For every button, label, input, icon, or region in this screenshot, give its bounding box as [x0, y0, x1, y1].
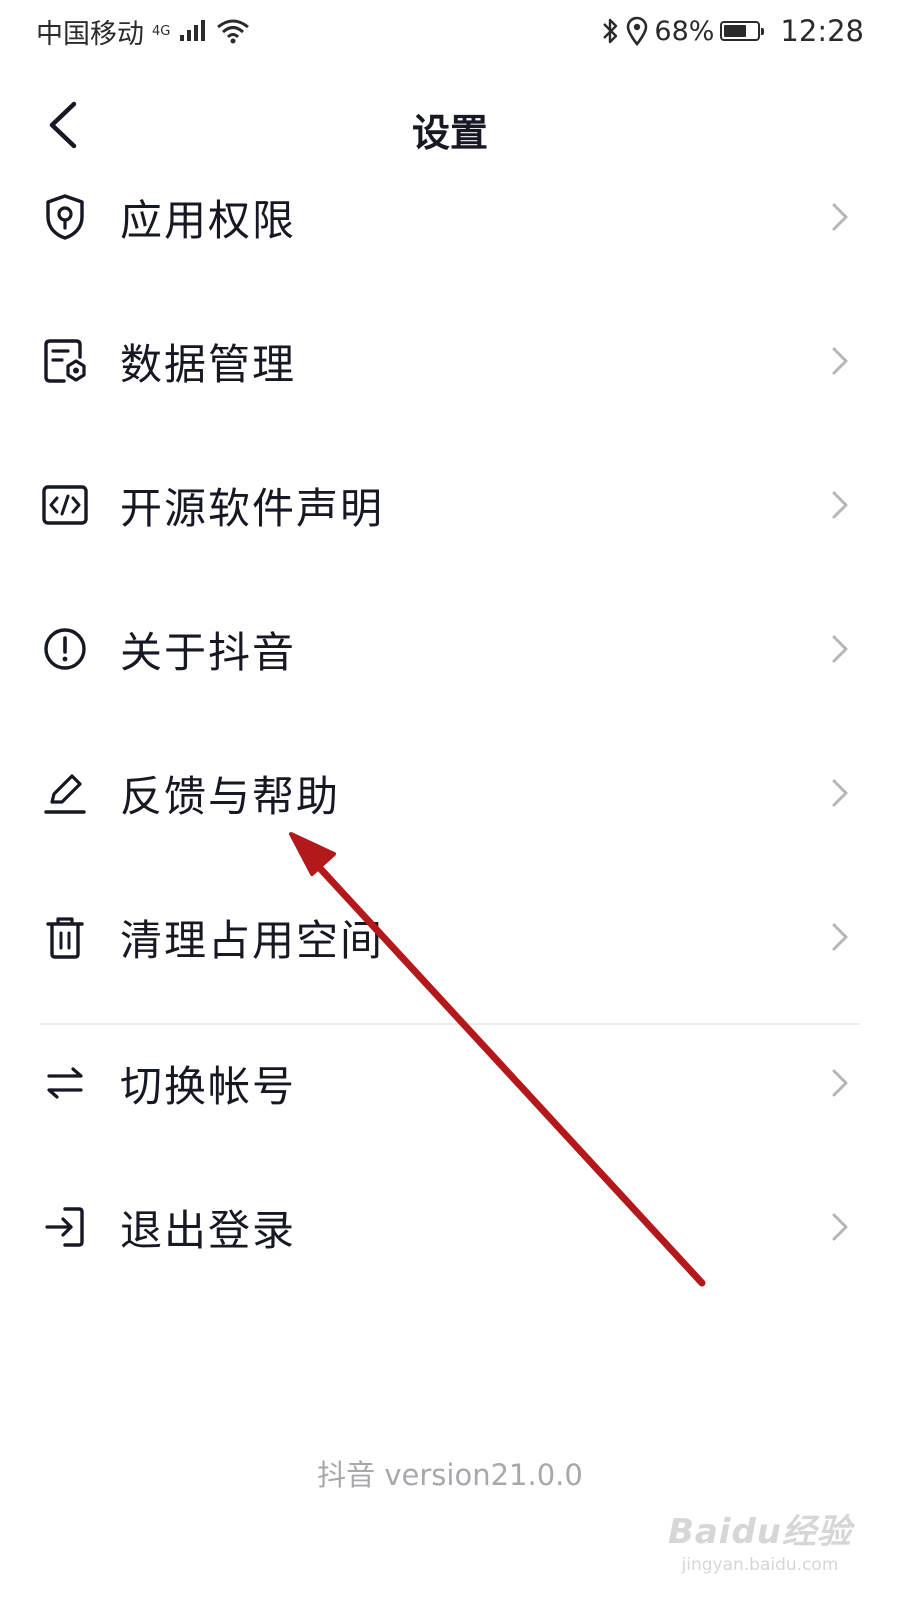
shield-key-icon	[40, 192, 90, 242]
chevron-right-icon	[828, 1207, 852, 1247]
menu-item-clear-storage[interactable]: 清理占用空间	[0, 865, 900, 1009]
trash-icon	[40, 912, 90, 962]
chevron-right-icon	[828, 1063, 852, 1103]
menu-item-label: 数据管理	[120, 339, 297, 389]
chevron-right-icon	[828, 485, 852, 525]
network-type: 4G	[152, 23, 171, 39]
carrier-name: 中国移动	[36, 18, 144, 50]
data-file-icon	[40, 336, 90, 386]
watermark-logo: Baidu经验	[667, 1512, 852, 1552]
menu-item-app-permissions[interactable]: 应用权限	[0, 145, 900, 289]
chevron-right-icon	[828, 629, 852, 669]
menu-item-logout[interactable]: 退出登录	[0, 1155, 900, 1299]
menu-item-data-management[interactable]: 数据管理	[0, 289, 900, 433]
location-icon	[627, 16, 648, 46]
battery-level	[724, 25, 747, 37]
chevron-right-icon	[828, 197, 852, 237]
code-icon	[40, 480, 90, 530]
status-right: 68% 12:28	[600, 14, 864, 48]
switch-arrows-icon	[40, 1058, 90, 1108]
watermark-url: jingyan.baidu.com	[681, 1555, 839, 1575]
menu-item-label: 切换帐号	[120, 1061, 297, 1111]
chevron-right-icon	[828, 773, 852, 813]
app-version: 抖音 version21.0.0	[317, 1458, 583, 1492]
menu-item-label: 应用权限	[120, 195, 297, 245]
menu-item-feedback-help[interactable]: 反馈与帮助	[0, 721, 900, 865]
baidu-watermark: Baidu经验 jingyan.baidu.com	[668, 1504, 852, 1575]
menu-item-about[interactable]: 关于抖音	[0, 577, 900, 721]
chevron-right-icon	[828, 341, 852, 381]
wifi-icon	[217, 19, 250, 44]
menu-item-label: 关于抖音	[120, 627, 297, 677]
clock: 12:28	[780, 14, 864, 48]
menu-item-label: 开源软件声明	[120, 483, 385, 533]
bluetooth-icon	[603, 18, 618, 44]
menu-item-label: 退出登录	[120, 1205, 297, 1255]
status-left: 中国移动 4G	[36, 12, 250, 51]
menu-item-label: 反馈与帮助	[120, 771, 341, 821]
signal-icon	[180, 20, 206, 41]
menu-item-switch-account[interactable]: 切换帐号	[0, 1011, 900, 1155]
status-bar: 中国移动 4G 68% 12:28	[0, 0, 900, 62]
menu-item-label: 清理占用空间	[120, 915, 385, 965]
battery-icon	[720, 21, 765, 41]
logout-icon	[40, 1202, 90, 1252]
pen-icon	[40, 768, 90, 818]
battery-percent: 68%	[654, 15, 715, 47]
menu-item-open-source[interactable]: 开源软件声明	[0, 433, 900, 577]
info-circle-icon	[40, 624, 90, 674]
chevron-right-icon	[828, 917, 852, 957]
